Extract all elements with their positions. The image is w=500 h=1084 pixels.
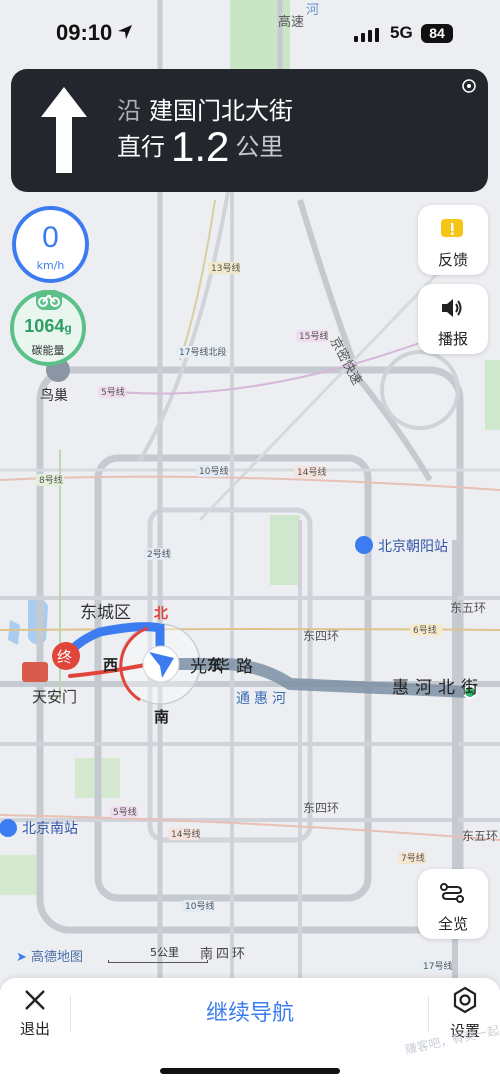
amap-logo-icon: ➤ bbox=[16, 950, 27, 965]
compass-east: 东 bbox=[207, 656, 222, 674]
svg-text:2号线: 2号线 bbox=[147, 548, 171, 560]
energy-value: 1064g bbox=[14, 316, 82, 337]
network-type: 5G bbox=[390, 23, 413, 42]
road-label-tonghuihe: 通惠河 bbox=[236, 691, 290, 707]
map-scale-label: 5公里 bbox=[150, 946, 179, 959]
svg-text:17号线北段: 17号线北段 bbox=[179, 346, 226, 358]
map-label-tiananmen: 天安门 bbox=[32, 688, 77, 706]
map-attribution-text: 高德地图 bbox=[31, 950, 84, 965]
map-scale-bar bbox=[108, 960, 208, 963]
energy-number: 1064 bbox=[24, 316, 65, 336]
road-label-dongsihuan: 东四环 bbox=[303, 629, 339, 643]
road-label-guanghua: 光华路 bbox=[190, 657, 259, 677]
speed-value: 0 bbox=[42, 221, 59, 254]
svg-text:17号线: 17号线 bbox=[423, 960, 452, 972]
map-label-beijing-nan: 北京南站 bbox=[22, 821, 78, 837]
navigation-instruction-card[interactable]: 沿建国门北大街 直行 1.2 公里 bbox=[11, 69, 488, 192]
nav-road-line: 沿建国门北大街 bbox=[117, 91, 293, 126]
tiananmen-icon bbox=[22, 662, 48, 682]
carbon-energy-badge[interactable]: 1064g 碳能量 bbox=[10, 290, 86, 366]
road-label-dongwuhuan: 东五环 bbox=[462, 829, 498, 843]
speed-unit: km/h bbox=[36, 259, 65, 272]
feedback-alert-icon bbox=[441, 219, 463, 237]
bottom-bar: 退出 继续导航 设置 赚客吧，有奖一起 bbox=[0, 978, 500, 1084]
broadcast-button[interactable]: 播报 bbox=[418, 284, 488, 354]
map-attribution: ➤ 高德地图 bbox=[16, 946, 83, 965]
signal-icon bbox=[354, 28, 379, 42]
svg-text:8号线: 8号线 bbox=[39, 474, 63, 486]
gear-icon bbox=[453, 986, 477, 1014]
overview-label: 全览 bbox=[437, 915, 468, 933]
park-area bbox=[0, 855, 40, 895]
road-label-dongsihuan: 东四环 bbox=[303, 801, 339, 815]
close-icon bbox=[25, 990, 45, 1010]
station-icon bbox=[355, 536, 373, 554]
nav-distance: 1.2 bbox=[171, 123, 230, 170]
route-overview-icon bbox=[440, 883, 464, 903]
svg-text:7号线: 7号线 bbox=[401, 852, 425, 864]
svg-text:14号线: 14号线 bbox=[297, 466, 326, 478]
compass-west: 西 bbox=[103, 656, 118, 674]
status-time: 09:10 bbox=[56, 20, 113, 45]
divider bbox=[70, 996, 71, 1032]
map-label-beijing-chaoyang: 北京朝阳站 bbox=[378, 539, 448, 555]
location-arrow-icon bbox=[118, 25, 132, 39]
straight-arrow-icon bbox=[41, 87, 87, 173]
svg-text:5号线: 5号线 bbox=[101, 386, 125, 398]
map-label-dongcheng: 东城区 bbox=[80, 603, 131, 623]
energy-label: 碳能量 bbox=[31, 344, 65, 357]
feedback-label: 反馈 bbox=[437, 251, 468, 269]
svg-text:15号线: 15号线 bbox=[299, 330, 328, 342]
compass-north: 北 bbox=[154, 606, 168, 622]
feedback-button[interactable]: 反馈 bbox=[418, 205, 488, 275]
home-indicator[interactable] bbox=[160, 1068, 340, 1074]
nav-road-name: 建国门北大街 bbox=[149, 97, 293, 125]
exit-button[interactable]: 退出 bbox=[12, 988, 58, 1044]
nav-prefix: 沿 bbox=[117, 97, 141, 125]
park-area bbox=[270, 515, 300, 585]
end-marker-label: 终 bbox=[57, 648, 72, 666]
compass-south: 南 bbox=[154, 708, 169, 726]
status-bar: 09:10 5G 84 bbox=[0, 0, 500, 66]
nav-distance-unit: 公里 bbox=[235, 133, 284, 161]
svg-text:6号线: 6号线 bbox=[413, 624, 437, 636]
map-scale: 5公里 bbox=[108, 944, 208, 964]
nav-action: 直行 bbox=[117, 133, 165, 161]
park-area bbox=[485, 360, 500, 430]
svg-text:14号线: 14号线 bbox=[171, 828, 200, 840]
divider bbox=[428, 996, 429, 1032]
map-label-niaochao: 鸟巢 bbox=[40, 388, 68, 404]
continue-navigation-button[interactable]: 继续导航 bbox=[150, 994, 350, 1034]
speaker-icon bbox=[442, 299, 462, 317]
gps-signal-icon bbox=[462, 79, 476, 93]
svg-text:10号线: 10号线 bbox=[185, 900, 214, 912]
svg-text:13号线: 13号线 bbox=[211, 262, 240, 274]
overview-button[interactable]: 全览 bbox=[418, 869, 488, 939]
svg-text:10号线: 10号线 bbox=[199, 465, 228, 477]
exit-label: 退出 bbox=[19, 1020, 50, 1038]
nav-distance-line: 直行 1.2 公里 bbox=[117, 123, 283, 171]
road-label-huihebei: 惠河北街 bbox=[392, 678, 484, 698]
battery-indicator: 84 bbox=[421, 24, 453, 43]
broadcast-label: 播报 bbox=[437, 330, 468, 348]
speedometer: 0 km/h bbox=[12, 206, 89, 283]
bicycle-icon bbox=[36, 290, 62, 310]
svg-text:5号线: 5号线 bbox=[113, 806, 137, 818]
energy-unit: g bbox=[64, 321, 72, 335]
road-label-dongwuhuan: 东五环 bbox=[450, 601, 486, 615]
